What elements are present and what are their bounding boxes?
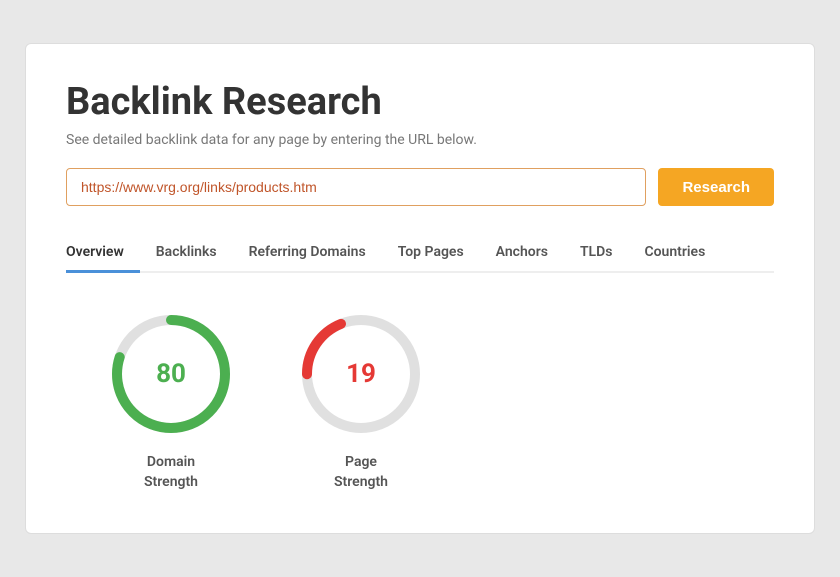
main-card: Backlink Research See detailed backlink … <box>25 43 815 533</box>
tab-countries[interactable]: Countries <box>628 234 721 273</box>
page-strength-label: PageStrength <box>334 453 388 492</box>
metrics-row: 80 DomainStrength 19 PageStrength <box>66 309 774 492</box>
tab-top-pages[interactable]: Top Pages <box>382 234 480 273</box>
url-input[interactable] <box>66 168 646 206</box>
research-button[interactable]: Research <box>658 168 774 206</box>
domain-strength-gauge: 80 <box>106 309 236 439</box>
page-strength-gauge: 19 <box>296 309 426 439</box>
search-row: Research <box>66 168 774 206</box>
tab-backlinks[interactable]: Backlinks <box>140 234 233 273</box>
tab-overview[interactable]: Overview <box>66 234 140 273</box>
domain-strength-metric: 80 DomainStrength <box>106 309 236 492</box>
page-strength-metric: 19 PageStrength <box>296 309 426 492</box>
subtitle: See detailed backlink data for any page … <box>66 132 774 148</box>
domain-strength-label: DomainStrength <box>144 453 198 492</box>
page-strength-value: 19 <box>346 359 376 389</box>
tab-anchors[interactable]: Anchors <box>480 234 564 273</box>
tab-referring-domains[interactable]: Referring Domains <box>233 234 382 273</box>
tab-tlds[interactable]: TLDs <box>564 234 629 273</box>
page-title: Backlink Research <box>66 80 774 124</box>
domain-strength-value: 80 <box>156 359 186 389</box>
tabs-nav: Overview Backlinks Referring Domains Top… <box>66 234 774 273</box>
